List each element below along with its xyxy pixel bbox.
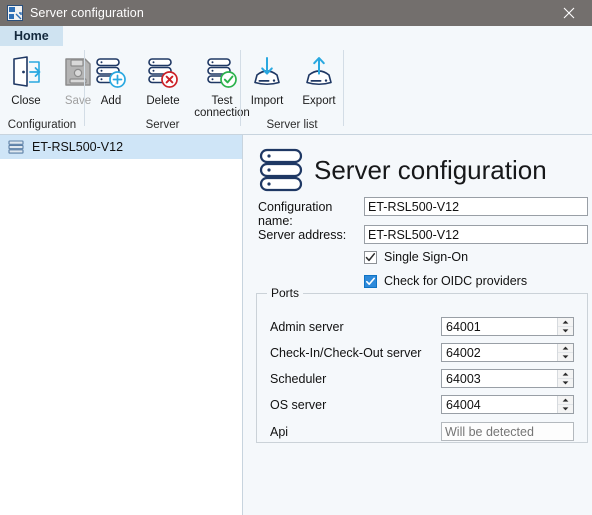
server-icon [8, 140, 24, 154]
list-item-label: ET-RSL500-V12 [32, 140, 124, 154]
ribbon-tab-strip: Home [0, 26, 592, 46]
spinner-arrows [557, 344, 573, 361]
ribbon-group-server: Add Delete Test connection Server [85, 46, 250, 134]
os-server-port-row: OS server [270, 398, 326, 412]
close-button-label: Close [11, 95, 41, 107]
close-icon[interactable] [546, 0, 592, 26]
ports-group-title: Ports [267, 286, 304, 300]
close-button[interactable]: Close [0, 48, 52, 107]
scheduler-port-label: Scheduler [270, 372, 327, 386]
configuration-name-input[interactable] [364, 197, 588, 216]
ribbon-group-configuration-label: Configuration [7, 119, 77, 131]
server-config-app-icon [7, 5, 23, 21]
exit-door-icon [9, 52, 43, 92]
spinner-arrows [557, 370, 573, 387]
ribbon: Home Close Save Configuration Add Delete… [0, 26, 592, 135]
admin-server-port-row: Admin server [270, 320, 344, 334]
ports-group: Ports [256, 286, 588, 443]
delete-server-button[interactable]: Delete [137, 48, 189, 107]
import-button-label: Import [250, 95, 284, 107]
list-item[interactable]: ET-RSL500-V12 [0, 135, 242, 159]
ribbon-group-separator [343, 50, 344, 126]
spinner-arrows [557, 318, 573, 335]
checkin-checkout-port-spinner[interactable]: 64002 [441, 343, 574, 362]
page-title: Server configuration [314, 154, 547, 185]
checkin-checkout-port-row: Check-In/Check-Out server [270, 346, 421, 360]
spinner-down-icon[interactable] [558, 353, 573, 361]
oidc-providers-checkbox-row[interactable]: Check for OIDC providers [364, 274, 527, 288]
server-add-icon [93, 52, 129, 92]
import-button[interactable]: Import [241, 48, 293, 107]
tab-home[interactable]: Home [0, 26, 63, 46]
admin-server-port-label: Admin server [270, 320, 344, 334]
spinner-arrows [557, 396, 573, 413]
server-configuration-window: Server configuration Home Close Save Con… [0, 0, 592, 515]
add-server-button[interactable]: Add [85, 48, 137, 107]
export-button-label: Export [302, 95, 336, 107]
api-port-row: Api [270, 425, 288, 439]
single-sign-on-checkbox[interactable] [364, 250, 377, 264]
ribbon-group-server-list-label: Server list [266, 119, 318, 131]
admin-server-port-spinner[interactable]: 64001 [441, 317, 574, 336]
api-port-input[interactable] [441, 422, 574, 441]
api-port-label: Api [270, 425, 289, 439]
checkin-checkout-port-label: Check-In/Check-Out server [270, 346, 422, 360]
delete-server-button-label: Delete [146, 95, 180, 107]
spinner-up-icon[interactable] [558, 370, 573, 379]
spinner-down-icon[interactable] [558, 405, 573, 413]
server-address-row: Server address: [258, 228, 364, 242]
spinner-up-icon[interactable] [558, 344, 573, 353]
os-server-port-label: OS server [270, 398, 327, 412]
server-list-panel: ET-RSL500-V12 [0, 135, 243, 515]
add-server-button-label: Add [100, 95, 122, 107]
window-title: Server configuration [30, 6, 144, 20]
oidc-providers-checkbox[interactable] [364, 274, 377, 288]
export-button[interactable]: Export [293, 48, 345, 107]
os-server-port-spinner[interactable]: 64004 [441, 395, 574, 414]
server-test-icon [204, 52, 240, 92]
spinner-down-icon[interactable] [558, 379, 573, 387]
test-connection-button-label-line1: Test [211, 95, 233, 107]
os-server-port-value[interactable]: 64004 [442, 396, 557, 413]
import-drive-icon [249, 52, 285, 92]
export-drive-icon [301, 52, 337, 92]
oidc-providers-label: Check for OIDC providers [384, 274, 528, 288]
server-stack-icon [258, 145, 304, 195]
ribbon-group-server-label: Server [145, 119, 180, 131]
single-sign-on-checkbox-row[interactable]: Single Sign-On [364, 250, 468, 264]
single-sign-on-label: Single Sign-On [384, 250, 469, 264]
window-title-bar: Server configuration [0, 0, 592, 26]
server-address-label: Server address: [258, 228, 347, 242]
ribbon-group-configuration: Close Save Configuration [0, 46, 91, 134]
configuration-name-row: Configuration name: [258, 200, 364, 228]
configuration-detail-panel: Server configuration Configuration name:… [244, 135, 592, 515]
tab-home-label: Home [14, 29, 49, 43]
scheduler-port-value[interactable]: 64003 [442, 370, 557, 387]
server-delete-icon [145, 52, 181, 92]
ribbon-body: Close Save Configuration Add Delete Test… [0, 46, 592, 134]
spinner-up-icon[interactable] [558, 318, 573, 327]
configuration-name-label: Configuration name: [258, 200, 333, 228]
admin-server-port-value[interactable]: 64001 [442, 318, 557, 335]
scheduler-port-spinner[interactable]: 64003 [441, 369, 574, 388]
server-address-input[interactable] [364, 225, 588, 244]
spinner-down-icon[interactable] [558, 327, 573, 335]
checkin-checkout-port-value[interactable]: 64002 [442, 344, 557, 361]
scheduler-port-row: Scheduler [270, 372, 326, 386]
page-header: Server configuration [258, 145, 547, 195]
ribbon-group-server-list: Import Export Server list [241, 46, 343, 134]
spinner-up-icon[interactable] [558, 396, 573, 405]
